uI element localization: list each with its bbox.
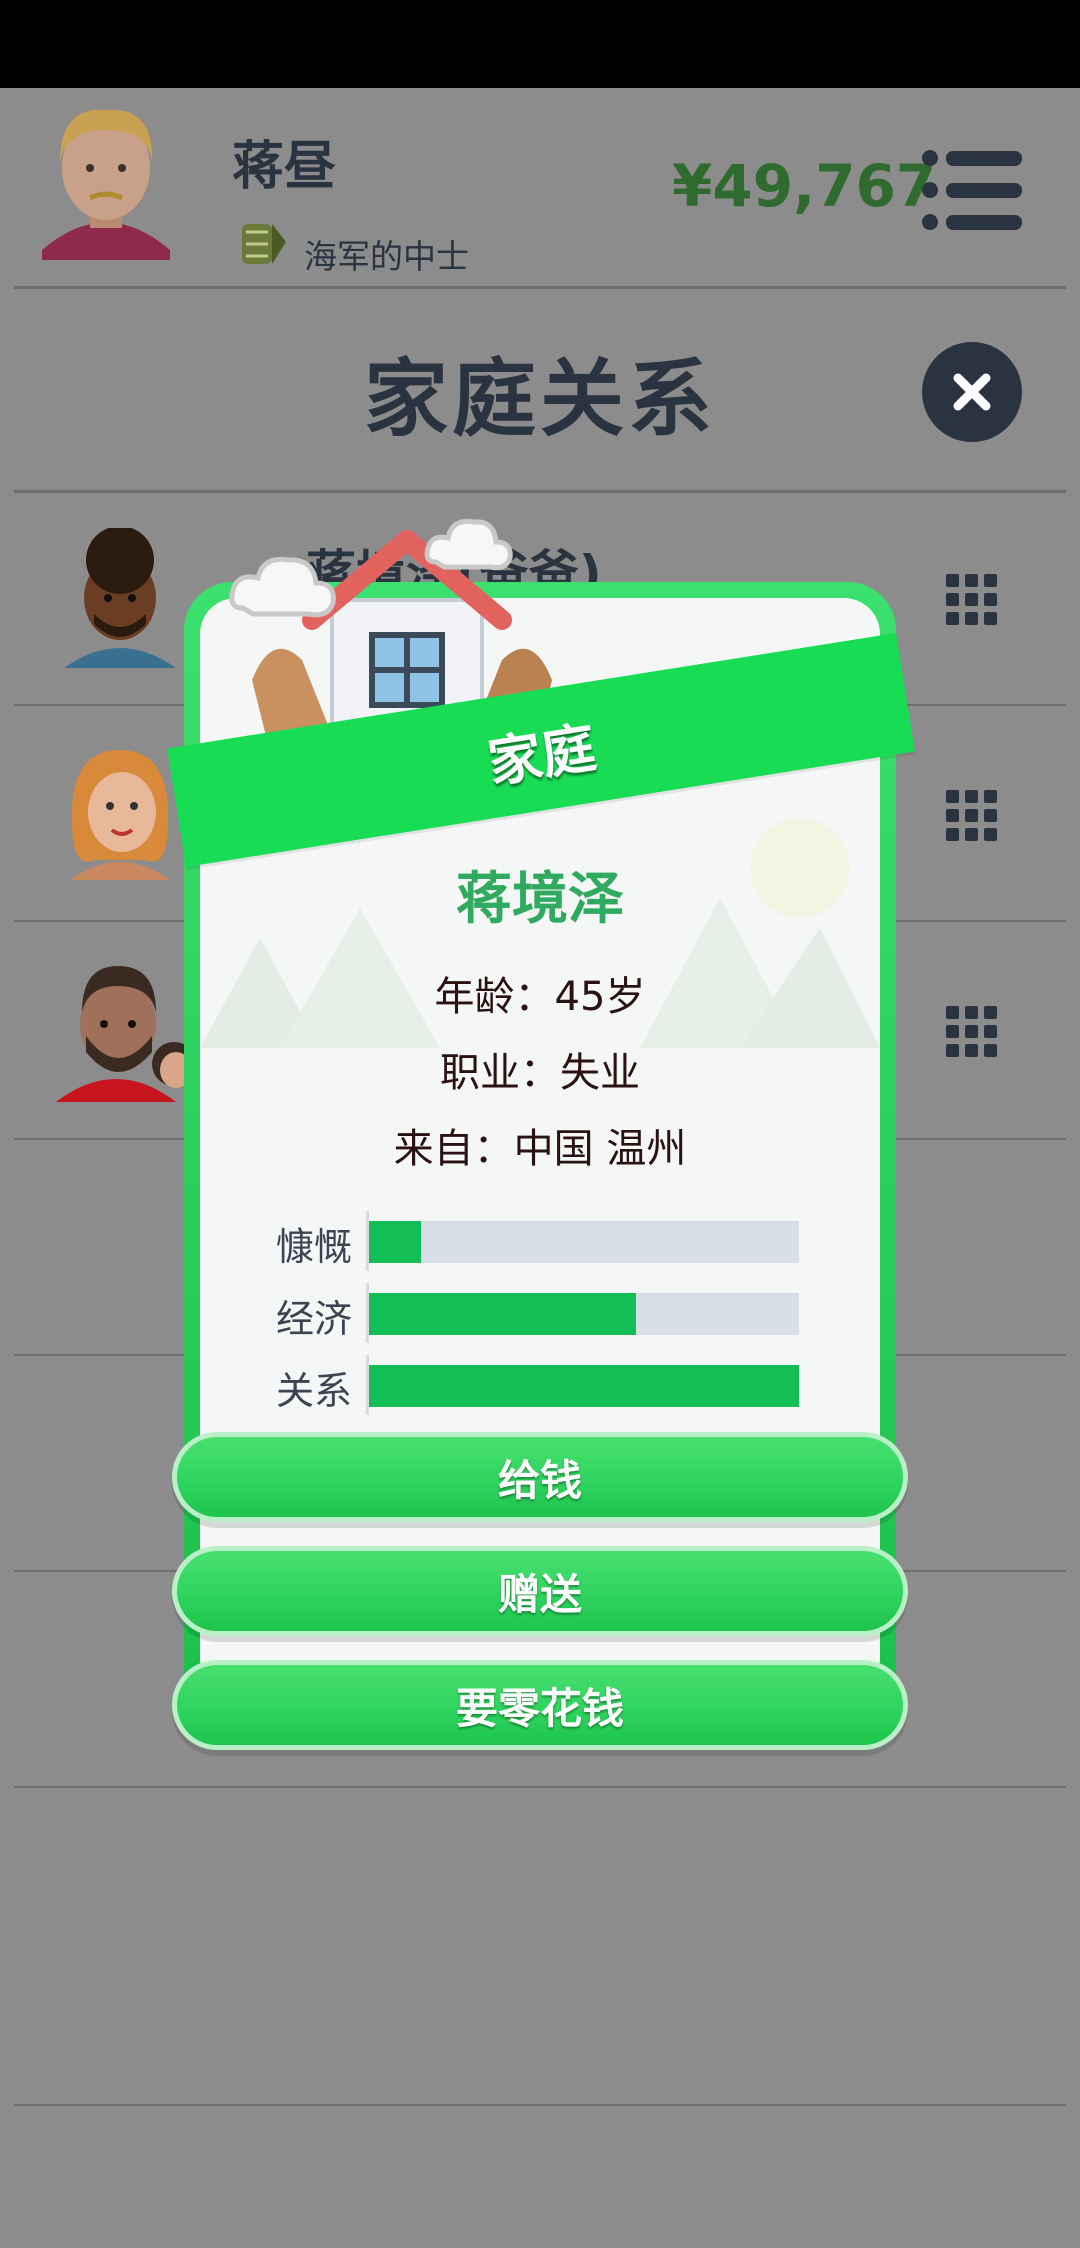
stat-bar-generosity [369,1221,799,1263]
avatar-father[interactable] [50,528,190,668]
ask-allowance-button[interactable]: 要零花钱 [172,1660,908,1750]
stat-fill [369,1365,799,1407]
stat-fill [369,1221,421,1263]
origin-info: 来自：中国 温州 [393,1126,687,1172]
header: 蒋昼 海军的中士 ¥49,767 [0,88,1080,288]
close-icon [953,373,991,411]
give-gift-button[interactable]: 赠送 [172,1546,908,1636]
header-divider [14,286,1066,289]
cloud-icon [424,518,513,571]
rank-insignia-icon [242,224,286,264]
money-balance: ¥49,767 [672,152,937,220]
row-divider [14,2104,1066,2106]
grid-menu-icon[interactable] [946,574,998,626]
player-avatar[interactable] [36,100,176,260]
stat-fill [369,1293,636,1335]
menu-icon[interactable] [920,148,1024,232]
page-title: 家庭关系 [363,350,716,448]
stat-label-generosity: 慷慨 [275,1225,352,1269]
age-info: 年龄：45岁 [434,974,646,1020]
person-name: 蒋境泽 [456,867,624,932]
close-button[interactable] [922,342,1022,442]
player-name: 蒋昼 [232,137,337,197]
give-money-button[interactable]: 给钱 [172,1432,908,1522]
row-divider [14,1786,1066,1788]
stat-label-relationship: 关系 [275,1369,352,1413]
grid-menu-icon[interactable] [946,1006,998,1058]
job-info: 职业：失业 [440,1050,640,1096]
status-bar [0,0,1080,88]
rank-label: 海军的中士 [304,237,469,276]
stat-bar-economy [369,1293,799,1335]
stat-bar-relationship [369,1365,799,1407]
stat-label-economy: 经济 [275,1297,352,1341]
title-divider [14,490,1066,493]
cloud-icon [229,556,336,618]
grid-menu-icon[interactable] [946,790,998,842]
